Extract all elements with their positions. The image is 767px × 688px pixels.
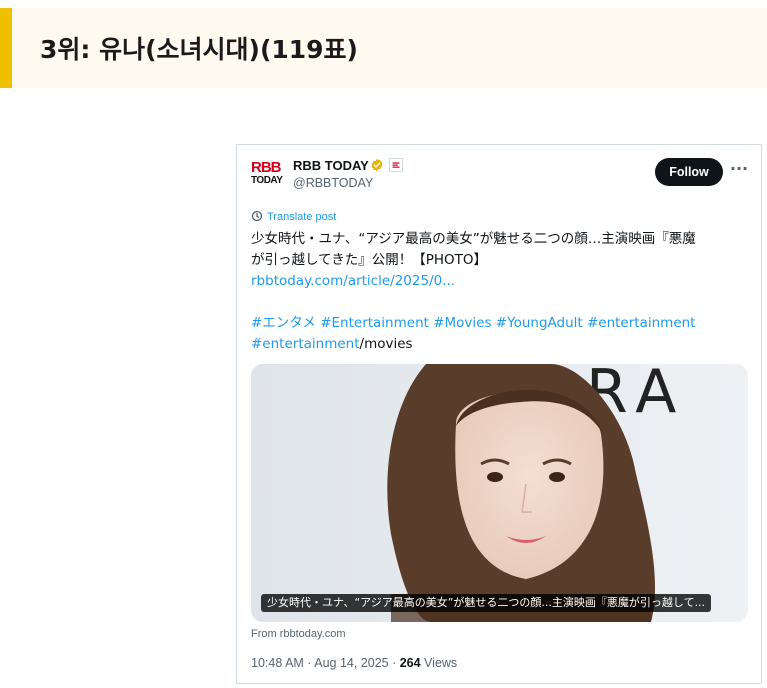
translate-label: Translate post [267,211,337,223]
tweet-body: 少女時代・ユナ、“アジア最高の美女”が魅せる二つの顔…主演映画『悪魔 が引っ越し… [251,229,751,355]
media-caption: 少女時代・ユナ、“アジア最高の美女”が魅せる二つの顔...主演映画『悪魔が引っ越… [261,594,712,612]
follow-button[interactable]: Follow [655,158,723,186]
article-link[interactable]: rbbtoday.com/article/2025/0... [251,271,751,292]
hashtag-suffix: /movies [359,336,413,352]
tweet-timestamp[interactable]: 10:48 AM · Aug 14, 2025 · [251,656,400,670]
more-icon[interactable]: ··· [729,159,749,183]
rank-title: 3위: 유나(소녀시대)(119표) [40,35,358,64]
embedded-tweet[interactable]: RBB TODAY RBB TODAY @RBBTODAY Follow ···… [236,144,762,684]
hashtags[interactable]: #エンタメ #Entertainment #Movies #YoungAdult… [251,313,751,334]
tweet-text-line: 少女時代・ユナ、“アジア最高の美女”が魅せる二つの顔…主演映画『悪魔 [251,231,696,247]
tweet-meta: 10:48 AM · Aug 14, 2025 · 264 Views [251,656,457,670]
tweet-text-line: が引っ越してきた』公開！【PHOTO】 [251,252,487,268]
rank-header: 3위: 유나(소녀시대)(119표) [0,8,767,88]
affiliate-badge-icon [389,158,403,172]
source-link[interactable]: From rbbtoday.com [251,628,346,640]
media-photo: RA [251,364,748,622]
account-avatar-logo[interactable]: RBB TODAY [251,160,287,190]
views-label: Views [420,656,458,670]
display-name[interactable]: RBB TODAY [293,158,369,173]
logo-top-text: RBB [251,159,281,176]
translate-post-link[interactable]: Translate post [251,210,336,223]
account-handle[interactable]: @RBBTODAY [293,176,373,190]
hashtag-entertainment[interactable]: #entertainment [251,336,360,352]
rank-accent-bar [0,8,12,88]
tweet-media[interactable]: RA 少女時代・ユナ、“アジア最高の美女”が魅せる二つの顔...主演映画『悪魔が… [251,364,748,622]
views-count: 264 [399,656,421,670]
verified-badge-icon [371,158,383,172]
logo-bottom-text: TODAY [251,175,283,186]
translate-icon [251,210,263,222]
